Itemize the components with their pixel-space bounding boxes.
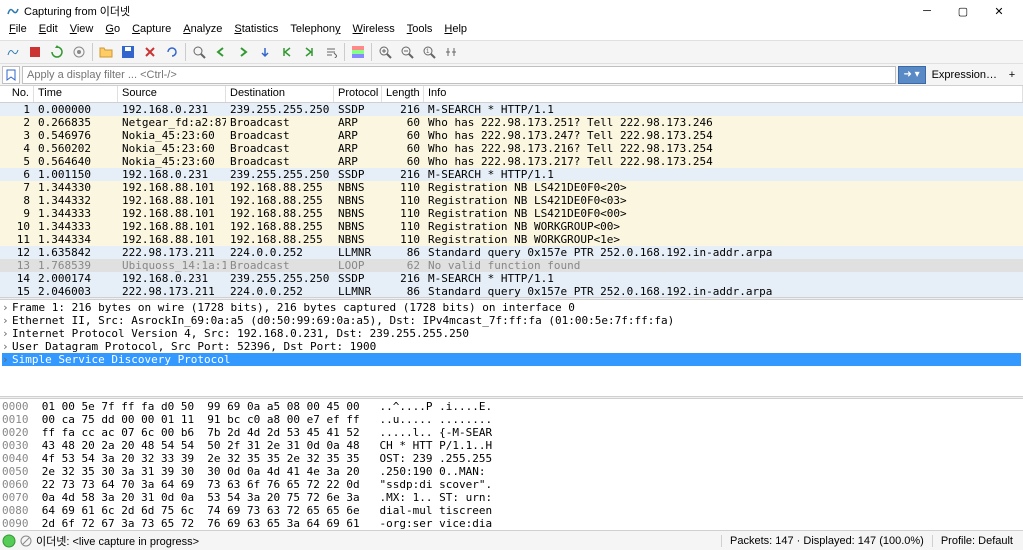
prev-packet-icon[interactable] [210, 41, 232, 63]
col-time[interactable]: Time [34, 86, 118, 102]
separator [185, 43, 186, 61]
capture-options-icon[interactable] [68, 41, 90, 63]
detail-row[interactable]: › Internet Protocol Version 4, Src: 192.… [2, 327, 1021, 340]
menu-analyze[interactable]: Analyze [178, 22, 227, 40]
maximize-button[interactable]: ▢ [945, 1, 981, 21]
cancel-icon[interactable] [20, 535, 32, 547]
toolbar: 1 [0, 40, 1023, 64]
colorize-icon[interactable] [347, 41, 369, 63]
packet-row[interactable]: 142.000174192.168.0.231239.255.255.250SS… [0, 272, 1023, 285]
hex-row[interactable]: 0010 00 ca 75 dd 00 00 01 11 91 bc c0 a8… [2, 413, 1021, 426]
next-packet-icon[interactable] [232, 41, 254, 63]
detail-row[interactable]: › User Datagram Protocol, Src Port: 5239… [2, 340, 1021, 353]
zoom-out-icon[interactable] [396, 41, 418, 63]
display-filter-input[interactable] [22, 66, 896, 84]
packet-row[interactable]: 131.768539Ubiquoss_14:1a:1aBroadcastLOOP… [0, 259, 1023, 272]
menu-file[interactable]: File [4, 22, 32, 40]
hex-row[interactable]: 0020 ff fa cc ac 07 6c 00 b6 7b 2d 4d 2d… [2, 426, 1021, 439]
detail-row[interactable]: › Ethernet II, Src: AsrockIn_69:0a:a5 (d… [2, 314, 1021, 327]
menu-tools[interactable]: Tools [402, 22, 438, 40]
last-packet-icon[interactable] [298, 41, 320, 63]
zoom-reset-icon[interactable]: 1 [418, 41, 440, 63]
minimize-button[interactable]: ─ [909, 1, 945, 21]
first-packet-icon[interactable] [276, 41, 298, 63]
packet-row[interactable]: 121.635842222.98.173.211224.0.0.252LLMNR… [0, 246, 1023, 259]
hex-row[interactable]: 0000 01 00 5e 7f ff fa d0 50 99 69 0a a5… [2, 400, 1021, 413]
packet-row[interactable]: 152.046003222.98.173.211224.0.0.252LLMNR… [0, 285, 1023, 297]
window-title: Capturing from 이더넷 [24, 3, 909, 19]
hex-row[interactable]: 0060 22 73 73 64 70 3a 64 69 73 63 6f 76… [2, 478, 1021, 491]
packet-row[interactable]: 81.344332192.168.88.101192.168.88.255NBN… [0, 194, 1023, 207]
col-info[interactable]: Info [424, 86, 1023, 102]
detail-row[interactable]: › Simple Service Discovery Protocol [2, 353, 1021, 366]
separator [344, 43, 345, 61]
open-file-icon[interactable] [95, 41, 117, 63]
packet-row[interactable]: 40.560202Nokia_45:23:60BroadcastARP60Who… [0, 142, 1023, 155]
find-icon[interactable] [188, 41, 210, 63]
menu-help[interactable]: Help [439, 22, 472, 40]
zoom-in-icon[interactable] [374, 41, 396, 63]
separator [371, 43, 372, 61]
add-filter-button[interactable]: + [1003, 69, 1021, 81]
menu-edit[interactable]: Edit [34, 22, 63, 40]
stop-capture-icon[interactable] [24, 41, 46, 63]
packet-row[interactable]: 91.344333192.168.88.101192.168.88.255NBN… [0, 207, 1023, 220]
titlebar: Capturing from 이더넷 ─ ▢ ✕ [0, 0, 1023, 22]
resize-columns-icon[interactable] [440, 41, 462, 63]
hex-row[interactable]: 0050 2e 32 35 30 3a 31 39 30 30 0d 0a 4d… [2, 465, 1021, 478]
menu-capture[interactable]: Capture [127, 22, 176, 40]
packet-list[interactable]: 10.000000192.168.0.231239.255.255.250SSD… [0, 103, 1023, 297]
hex-row[interactable]: 0040 4f 53 54 3a 20 32 33 39 2e 32 35 35… [2, 452, 1021, 465]
menu-telephony[interactable]: Telephony [285, 22, 345, 40]
packet-row[interactable]: 71.344330192.168.88.101192.168.88.255NBN… [0, 181, 1023, 194]
packet-row[interactable]: 101.344333192.168.88.101192.168.88.255NB… [0, 220, 1023, 233]
col-no[interactable]: No. [0, 86, 34, 102]
filter-bookmark-icon[interactable] [2, 66, 20, 84]
packet-row[interactable]: 20.266835Netgear_fd:a2:87BroadcastARP60W… [0, 116, 1023, 129]
packet-details[interactable]: › Frame 1: 216 bytes on wire (1728 bits)… [0, 300, 1023, 396]
hex-row[interactable]: 0080 64 69 61 6c 2d 6d 75 6c 74 69 73 63… [2, 504, 1021, 517]
menu-view[interactable]: View [65, 22, 99, 40]
close-button[interactable]: ✕ [981, 1, 1017, 21]
menubar: File Edit View Go Capture Analyze Statis… [0, 22, 1023, 40]
status-profile[interactable]: Profile: Default [932, 535, 1021, 547]
menu-statistics[interactable]: Statistics [229, 22, 283, 40]
packet-list-header[interactable]: No. Time Source Destination Protocol Len… [0, 86, 1023, 103]
hex-row[interactable]: 0090 2d 6f 72 67 3a 73 65 72 76 69 63 65… [2, 517, 1021, 530]
apply-filter-button[interactable]: ➜ ▾ [898, 66, 926, 84]
col-protocol[interactable]: Protocol [334, 86, 382, 102]
packet-row[interactable]: 61.001150192.168.0.231239.255.255.250SSD… [0, 168, 1023, 181]
col-destination[interactable]: Destination [226, 86, 334, 102]
status-packet-count: Packets: 147 · Displayed: 147 (100.0%) [721, 535, 932, 547]
status-capture: 이더넷: <live capture in progress> [32, 533, 721, 549]
statusbar: 이더넷: <live capture in progress> Packets:… [0, 530, 1023, 550]
auto-scroll-icon[interactable] [320, 41, 342, 63]
col-source[interactable]: Source [118, 86, 226, 102]
menu-go[interactable]: Go [100, 22, 125, 40]
filter-toolbar: ➜ ▾ Expression… + [0, 64, 1023, 86]
col-length[interactable]: Length [382, 86, 424, 102]
reload-icon[interactable] [161, 41, 183, 63]
start-capture-icon[interactable] [2, 41, 24, 63]
packet-row[interactable]: 50.564640Nokia_45:23:60BroadcastARP60Who… [0, 155, 1023, 168]
expert-info-icon[interactable] [2, 534, 16, 548]
hex-row[interactable]: 0030 43 48 20 2a 20 48 54 54 50 2f 31 2e… [2, 439, 1021, 452]
separator [92, 43, 93, 61]
expression-button[interactable]: Expression… [926, 69, 1003, 81]
hex-row[interactable]: 0070 0a 4d 58 3a 20 31 0d 0a 53 54 3a 20… [2, 491, 1021, 504]
packet-row[interactable]: 30.546976Nokia_45:23:60BroadcastARP60Who… [0, 129, 1023, 142]
packet-row[interactable]: 111.344334192.168.88.101192.168.88.255NB… [0, 233, 1023, 246]
menu-wireless[interactable]: Wireless [348, 22, 400, 40]
packet-bytes[interactable]: 0000 01 00 5e 7f ff fa d0 50 99 69 0a a5… [0, 399, 1023, 530]
close-file-icon[interactable] [139, 41, 161, 63]
restart-capture-icon[interactable] [46, 41, 68, 63]
save-file-icon[interactable] [117, 41, 139, 63]
app-icon [6, 4, 20, 18]
packet-row[interactable]: 10.000000192.168.0.231239.255.255.250SSD… [0, 103, 1023, 116]
svg-text:1: 1 [426, 49, 430, 55]
detail-row[interactable]: › Frame 1: 216 bytes on wire (1728 bits)… [2, 301, 1021, 314]
goto-packet-icon[interactable] [254, 41, 276, 63]
